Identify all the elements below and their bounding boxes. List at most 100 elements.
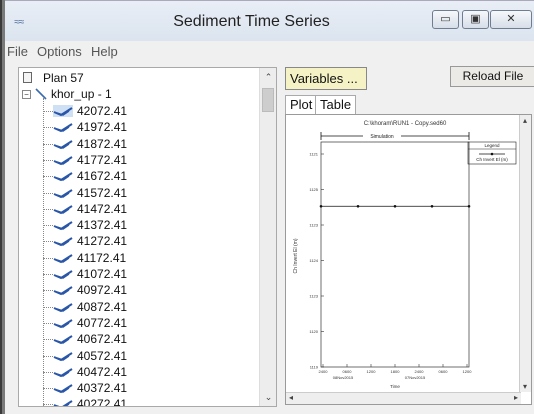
y-tick-label: 1123	[309, 294, 318, 299]
legend-entry: Ch Invert El (m)	[476, 157, 508, 162]
x-tick-label: 1200	[463, 369, 473, 374]
title-bar[interactable]: ≈≈ Sediment Time Series ▭ ▣ ✕	[5, 1, 534, 41]
series-point	[430, 204, 434, 208]
tab-table[interactable]: Table	[315, 95, 357, 114]
plot-scroll-up-icon[interactable]: ▴	[523, 116, 527, 125]
tree-branch-line	[43, 225, 53, 227]
tree-branch-line	[43, 192, 53, 194]
x-date-label: 08Nov2015	[333, 375, 354, 380]
plot-frame	[320, 141, 470, 368]
x-tick-label: 1200	[367, 369, 377, 374]
y-axis-label: Ch Invert El (m)	[293, 238, 299, 273]
reload-file-button[interactable]: Reload File	[450, 66, 534, 87]
tree-branch-line	[43, 111, 53, 112]
cross-section-icon	[53, 105, 73, 117]
legend-swatch-marker	[490, 152, 494, 156]
tree-station-label: 41672.41	[77, 169, 128, 184]
cross-section-icon	[53, 203, 73, 215]
cross-section-icon	[53, 235, 73, 247]
tree-branch-line	[43, 241, 53, 243]
collapse-toggle-icon[interactable]: −	[22, 90, 31, 99]
tree-branch-line	[43, 306, 53, 308]
tree-branch-line	[43, 176, 53, 178]
plot-vertical-scrollbar[interactable]: ▴ ▾	[519, 115, 531, 392]
plan-icon	[23, 72, 32, 83]
cross-section-icon	[53, 138, 73, 150]
y-tick-label: 1123	[309, 223, 318, 228]
tree-station-label: 42072.41	[77, 104, 128, 118]
legend-title: Legend	[484, 143, 500, 148]
plot-panel[interactable]: C:\khoram\RUN1 - Copy.sed60 Simulation L…	[285, 114, 532, 405]
x-tick-label: 2400	[319, 369, 329, 374]
series-point	[319, 204, 323, 208]
plot-horizontal-scrollbar[interactable]: ◂ ▸	[286, 392, 521, 404]
tree-scroll-thumb[interactable]	[262, 88, 274, 112]
tree-branch-line	[43, 371, 53, 373]
y-tick-label: 1125	[309, 187, 318, 192]
tree-station-label: 41172.41	[77, 250, 127, 265]
close-button[interactable]: ✕	[490, 10, 532, 29]
tree-reach-label: khor_up - 1	[51, 87, 112, 101]
tree-station-label: 41572.41	[77, 185, 128, 200]
y-tick-label: 1120	[309, 329, 318, 334]
cross-section-icon	[53, 317, 73, 329]
maximize-button[interactable]: ▣	[462, 10, 489, 29]
cross-section-icon	[53, 187, 73, 199]
tree-station-label: 41372.41	[77, 218, 128, 233]
tree-branch-line	[43, 274, 53, 275]
x-date-label: 07Nov2015	[405, 375, 426, 380]
cross-section-icon	[53, 350, 73, 362]
series-ch-invert-el	[319, 204, 471, 208]
tree-branch-line	[43, 127, 53, 129]
tree-station-label: 40872.41	[77, 299, 128, 314]
cross-section-icon	[53, 252, 73, 264]
series-point	[467, 204, 471, 208]
time-series-chart: C:\khoram\RUN1 - Copy.sed60 Simulation L…	[293, 121, 517, 389]
plot-scroll-right-icon[interactable]: ▸	[514, 393, 518, 402]
cross-section-icon	[53, 284, 73, 296]
tree-branch-line	[43, 290, 53, 292]
cross-section-icon	[53, 154, 73, 166]
chart-title: C:\khoram\RUN1 - Copy.sed60	[364, 121, 447, 127]
x-tick-label: 0600	[439, 369, 449, 374]
plot-scroll-left-icon[interactable]: ◂	[289, 393, 293, 402]
profile-tree[interactable]: Plan 57 − khor_up - 1 42072.41 41972.41 41872…	[18, 67, 277, 407]
menu-help[interactable]: Help	[91, 44, 118, 59]
scroll-up-arrow-icon[interactable]: ⌃	[260, 70, 276, 84]
x-axis-ticks: 2400 0600 1200 1800 2400 0600 1200 08Nov2015 07N…	[319, 364, 473, 380]
tree-station-label: 40772.41	[77, 315, 128, 330]
tree-branch-line	[43, 322, 53, 324]
tree-station-label: 41472.41	[77, 201, 128, 216]
menu-file[interactable]: File	[7, 44, 28, 59]
cross-section-icon	[53, 121, 73, 133]
plot-scroll-down-icon[interactable]: ▾	[523, 382, 527, 391]
tree-branch-line	[43, 404, 53, 406]
series-point	[356, 204, 360, 208]
tree-station-label: 40972.41	[77, 283, 128, 298]
tree-station-label: 40272.41	[77, 397, 128, 407]
tree-branch-line	[43, 143, 53, 145]
cross-section-icon	[53, 219, 73, 231]
tree-branch-line	[43, 355, 53, 357]
y-tick-label: 1124	[309, 258, 318, 263]
tree-station-label: 41072.41	[77, 267, 128, 281]
minimize-button[interactable]: ▭	[432, 10, 459, 29]
reach-icon	[34, 87, 48, 101]
tree-vertical-scrollbar[interactable]: ⌃ ⌄	[259, 68, 276, 406]
tree-station-label: 41972.41	[77, 120, 128, 135]
y-tick-label: 1119	[310, 365, 319, 370]
menu-options[interactable]: Options	[37, 44, 82, 59]
cross-section-icon	[53, 301, 73, 313]
tree-station-label: 40472.41	[77, 364, 128, 379]
x-tick-label: 0600	[343, 369, 353, 374]
variables-button[interactable]: Variables ...	[285, 67, 367, 90]
series-point	[393, 204, 397, 208]
tree-station-label: 41272.41	[77, 234, 128, 249]
scroll-down-arrow-icon[interactable]: ⌄	[260, 390, 276, 404]
tree-station-label: 40672.41	[77, 332, 128, 347]
y-tick-label: 1121	[309, 152, 318, 157]
cross-section-icon	[53, 398, 73, 406]
menu-bar: File Options Help	[5, 41, 534, 63]
tab-plot[interactable]: Plot	[285, 95, 318, 114]
simulation-banner-label: Simulation	[370, 134, 394, 140]
